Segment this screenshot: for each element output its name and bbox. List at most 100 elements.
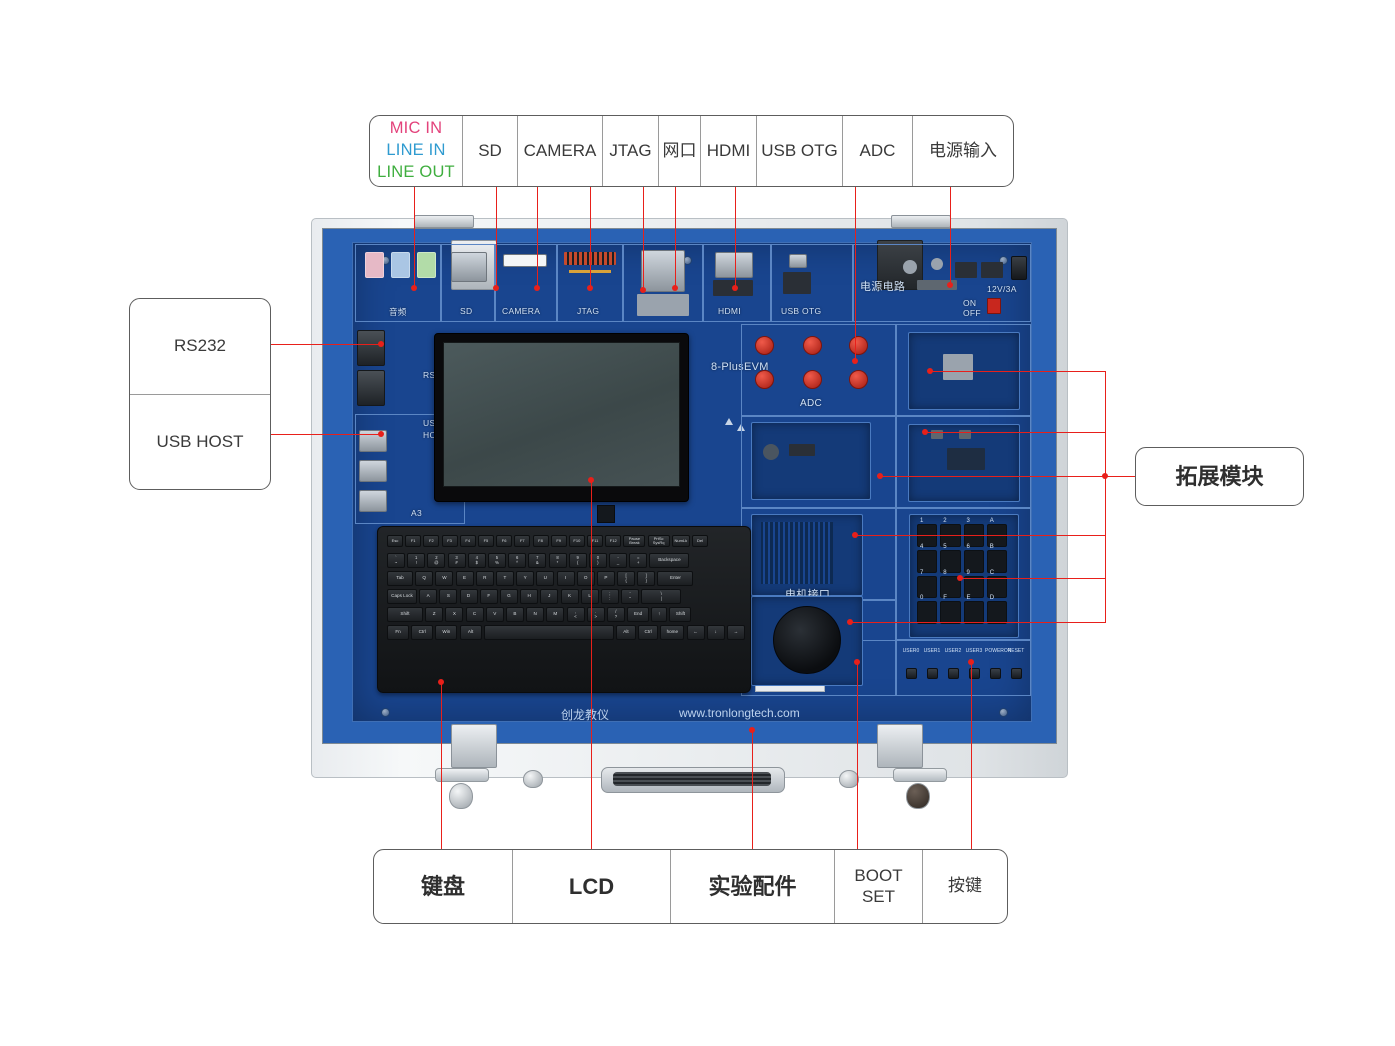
keyboard-key-sym0[interactable]: ` ~ <box>387 553 405 568</box>
rs232-db9-port-2[interactable] <box>357 370 385 406</box>
keyboard-key-sym10[interactable]: → <box>726 625 745 640</box>
keyboard-key-v[interactable]: V <box>485 607 504 622</box>
usb-host-port-3[interactable] <box>359 490 387 512</box>
keyboard-key-shift[interactable]: Shift <box>669 607 692 622</box>
keyboard-key-d[interactable]: D <box>459 589 478 604</box>
qwerty-keyboard[interactable]: Esc F1 F2 F3 F4 F5 F6 F7 F8 F9 F10 F11 F12 Pause Brea… <box>377 526 751 693</box>
adc-pot-2[interactable] <box>849 336 868 355</box>
keyboard-key-numlk[interactable]: NumLk <box>671 535 690 547</box>
keyboard-key-tab[interactable]: Tab <box>387 571 413 586</box>
callout-rs232[interactable]: RS232 <box>130 299 270 394</box>
keyboard-key-3[interactable]: 3 # <box>447 553 466 568</box>
keyboard-key-shift[interactable]: Shift <box>387 607 423 622</box>
keyboard-key-sym10[interactable]: /? <box>606 607 625 622</box>
camera-fpc-connector[interactable] <box>503 254 547 267</box>
keyboard-key-w[interactable]: W <box>435 571 454 586</box>
keyboard-key-esc[interactable]: Esc <box>387 535 403 547</box>
user-button-user0[interactable] <box>905 668 917 679</box>
keyboard-key-s[interactable]: S <box>439 589 458 604</box>
keyboard-key-del[interactable]: Del <box>692 535 708 547</box>
keyboard-key-sym8[interactable]: ← <box>686 625 705 640</box>
keyboard-key-4[interactable]: 4 $ <box>467 553 486 568</box>
stepper-motor[interactable] <box>773 606 841 674</box>
callout-hdmi[interactable]: HDMI <box>700 116 756 186</box>
callout-experiment-accessories[interactable]: 实验配件 <box>670 850 834 923</box>
sd-card-slot[interactable] <box>451 252 487 282</box>
keyboard-key-9[interactable]: 9( <box>568 553 587 568</box>
power-input-jack[interactable] <box>1011 256 1027 280</box>
keyboard-key-win[interactable]: Win <box>435 625 458 640</box>
keypad-key-F[interactable]: F <box>940 595 961 624</box>
hdmi-port[interactable] <box>715 252 753 278</box>
keyboard-key-f7[interactable]: F7 <box>514 535 531 547</box>
accessory-module-sensor[interactable] <box>751 422 871 500</box>
keyboard-key-p[interactable]: P <box>596 571 615 586</box>
mic-in-jack[interactable] <box>365 252 384 278</box>
keyboard-key-f6[interactable]: F6 <box>496 535 513 547</box>
keyboard-key-enter[interactable]: Enter <box>657 571 694 586</box>
keyboard-key-fn[interactable]: Fn <box>387 625 409 640</box>
keyboard-key-u[interactable]: U <box>536 571 555 586</box>
callout-boot-set[interactable]: BOOT SET <box>834 850 922 923</box>
keyboard-key-2[interactable]: 2 @ <box>427 553 446 568</box>
callout-ethernet[interactable]: 网口 <box>658 116 700 186</box>
keyboard-key-z[interactable]: Z <box>425 607 444 622</box>
keyboard-key-c[interactable]: C <box>465 607 484 622</box>
keyboard-key-f10[interactable]: F10 <box>568 535 585 547</box>
case-latch-left[interactable] <box>435 768 489 782</box>
adc-pot-1[interactable] <box>803 336 822 355</box>
keyboard-key-sym12[interactable]: \ | <box>641 589 682 604</box>
callout-jtag[interactable]: JTAG <box>602 116 658 186</box>
keyboard-key-f2[interactable]: F2 <box>423 535 440 547</box>
keyboard-key-f3[interactable]: F3 <box>441 535 458 547</box>
case-latch-right[interactable] <box>893 768 947 782</box>
keyboard-key-sym9[interactable]: ↓ <box>706 625 725 640</box>
keyboard-key-sym11[interactable]: - _ <box>609 553 628 568</box>
callout-expansion-modules[interactable]: 拓展模块 <box>1136 448 1303 505</box>
keyboard-key-pausebreak[interactable]: Pause Break <box>623 535 646 547</box>
keyboard-key-alt[interactable]: Alt <box>615 625 636 640</box>
keyboard-key-sym11[interactable]: [{ <box>617 571 636 586</box>
keyboard-key-q[interactable]: Q <box>415 571 434 586</box>
keyboard-key-sym8[interactable]: , < <box>566 607 585 622</box>
usb-host-port-2[interactable] <box>359 460 387 482</box>
keyboard-key-f9[interactable]: F9 <box>550 535 567 547</box>
keyboard-key-n[interactable]: N <box>526 607 545 622</box>
keyboard-key-8[interactable]: 8 * <box>548 553 567 568</box>
callout-audio[interactable]: MIC IN LINE IN LINE OUT <box>370 116 462 186</box>
keyboard-key-6[interactable]: 6 ^ <box>508 553 527 568</box>
keyboard-key-ctrl[interactable]: Ctrl <box>411 625 434 640</box>
keyboard-key-f1[interactable]: F1 <box>405 535 422 547</box>
keyboard-key-f[interactable]: F <box>479 589 498 604</box>
user-button-user2[interactable] <box>947 668 959 679</box>
callout-power-input[interactable]: 电源输入 <box>912 116 1013 186</box>
line-in-jack[interactable] <box>391 252 410 278</box>
keyboard-key-b[interactable]: B <box>505 607 524 622</box>
keyboard-key-7[interactable]: 7 & <box>528 553 547 568</box>
keyboard-key-sym12[interactable]: = + <box>629 553 648 568</box>
keyboard-key-backspace[interactable]: Backspace <box>649 553 690 568</box>
keyboard-key-1[interactable]: 1! <box>407 553 426 568</box>
keyboard-key-x[interactable]: X <box>445 607 464 622</box>
hex-keypad[interactable]: 1 2 3 A 4 5 6 B 7 8 9 C 0 F E D <box>917 518 1007 624</box>
adc-pot-4[interactable] <box>755 370 774 389</box>
keyboard-key-space[interactable] <box>483 625 614 640</box>
keypad-key-E[interactable]: E <box>963 595 984 624</box>
keyboard-key-y[interactable]: Y <box>516 571 535 586</box>
callout-usb-otg[interactable]: USB OTG <box>756 116 842 186</box>
keyboard-key-sym11[interactable]: ' " <box>621 589 640 604</box>
keyboard-key-sym10[interactable]: ;: <box>600 589 619 604</box>
keypad-key-0[interactable]: 0 <box>917 595 938 624</box>
callout-usb-host[interactable]: USB HOST <box>130 393 270 490</box>
user-button-poweron[interactable] <box>989 668 1001 679</box>
adc-pot-5[interactable] <box>803 370 822 389</box>
keyboard-key-t[interactable]: T <box>495 571 514 586</box>
keyboard-key-g[interactable]: G <box>499 589 518 604</box>
callout-lcd[interactable]: LCD <box>512 850 670 923</box>
user-button-user1[interactable] <box>926 668 938 679</box>
ethernet-rj45-port[interactable] <box>641 250 685 292</box>
callout-sd[interactable]: SD <box>462 116 517 186</box>
keyboard-key-f4[interactable]: F4 <box>459 535 476 547</box>
keyboard-key-5[interactable]: 5% <box>487 553 506 568</box>
keyboard-key-m[interactable]: M <box>546 607 565 622</box>
